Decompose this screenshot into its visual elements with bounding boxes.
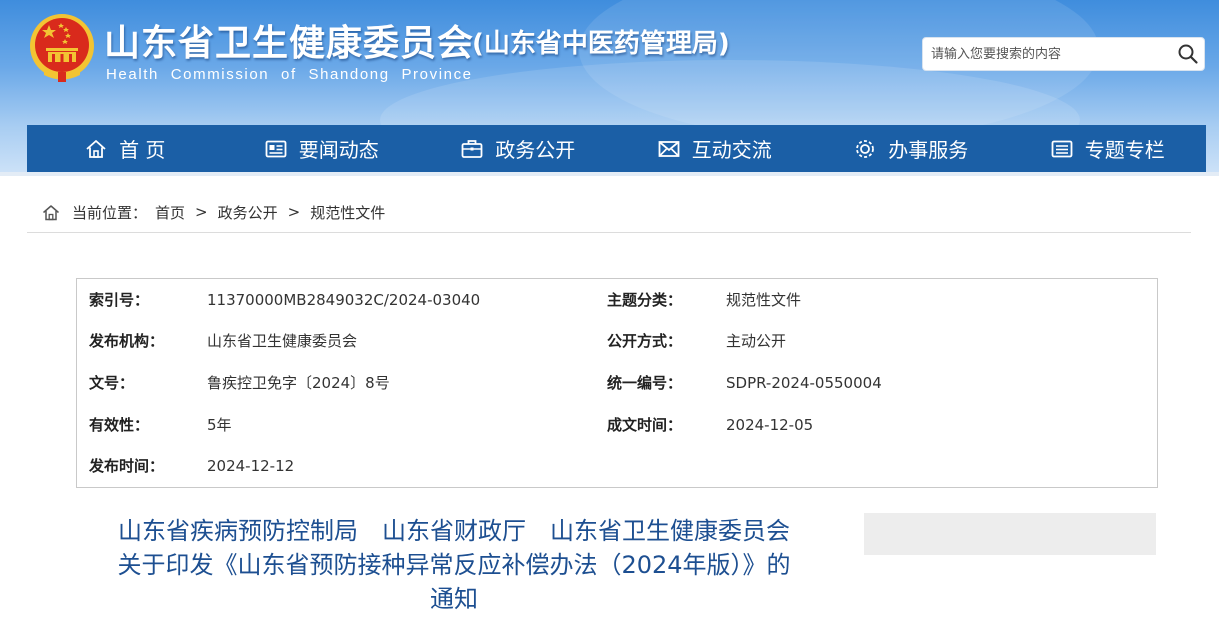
meta-doc-no-key: 文号：: [89, 374, 135, 392]
meta-topic-key: 主题分类：: [607, 291, 683, 309]
site-title: 山东省卫生健康委员会: [104, 23, 475, 64]
nav-item-label: 首 页: [119, 138, 166, 162]
document-title: 山东省疾病预防控制局 山东省财政厅 山东省卫生健康委员会 关于印发《山东省预防接…: [64, 514, 844, 616]
meta-unified-no-key: 统一编号：: [607, 374, 683, 392]
home-icon: [43, 204, 59, 220]
document-title-line: 通知: [430, 585, 478, 613]
nav-divider: [0, 172, 1219, 176]
national-emblem-icon: [30, 14, 94, 82]
meta-created-key: 成文时间：: [607, 416, 683, 434]
nav-item-news[interactable]: 要闻动态: [224, 125, 421, 172]
nav-item-label: 专题专栏: [1084, 138, 1165, 162]
breadcrumb-divider: [27, 232, 1191, 233]
breadcrumb-link-home[interactable]: 首页: [155, 202, 185, 223]
meta-topic-value: 规范性文件: [726, 291, 802, 309]
nav-item-interaction[interactable]: 互动交流: [617, 125, 814, 172]
meta-index-no-key: 索引号：: [89, 291, 150, 309]
site-title-english: Health Commission of Shandong Province: [106, 66, 473, 83]
nav-item-label: 政务公开: [495, 138, 576, 162]
list-icon: [1051, 140, 1073, 157]
meta-open-mode-key: 公开方式：: [607, 332, 683, 350]
meta-open-mode-value: 主动公开: [726, 332, 787, 350]
main-nav: 首 页 要闻动态 政务公开 互动交流 办事服务 专题专栏: [27, 125, 1206, 172]
breadcrumb-separator: >: [195, 203, 208, 221]
nav-item-home[interactable]: 首 页: [27, 125, 224, 172]
meta-published-key: 发布时间：: [89, 457, 165, 475]
breadcrumb: 当前位置： 首页 > 政务公开 > 规范性文件: [42, 200, 393, 224]
search-icon[interactable]: [1176, 42, 1200, 66]
sidebar-panel: [864, 513, 1156, 555]
meta-unified-no-value: SDPR-2024-0550004: [726, 374, 882, 392]
meta-validity-key: 有效性：: [89, 416, 150, 434]
nav-item-label: 互动交流: [691, 138, 772, 162]
nav-item-special-topics[interactable]: 专题专栏: [1010, 125, 1207, 172]
meta-published-value: 2024-12-12: [207, 457, 295, 475]
nav-item-label: 办事服务: [888, 138, 969, 162]
meta-doc-no-value: 鲁疾控卫免字〔2024〕8号: [207, 374, 390, 392]
home-icon: [86, 139, 106, 158]
meta-publisher-value: 山东省卫生健康委员会: [207, 332, 358, 350]
document-metadata-table: 索引号： 11370000MB2849032C/2024-03040 主题分类：…: [76, 278, 1158, 488]
briefcase-icon: [461, 139, 483, 158]
nav-item-government-affairs[interactable]: 政务公开: [420, 125, 617, 172]
mail-icon: [658, 140, 680, 157]
search-input[interactable]: [923, 38, 1173, 70]
search-box: [922, 37, 1205, 71]
document-title-line: 关于印发《山东省预防接种异常反应补偿办法（2024年版）》的: [117, 551, 791, 579]
meta-validity-value: 5年: [207, 416, 232, 434]
document-title-line: 山东省疾病预防控制局 山东省财政厅 山东省卫生健康委员会: [118, 517, 790, 545]
nav-item-label: 要闻动态: [298, 138, 379, 162]
service-icon: [856, 139, 875, 158]
breadcrumb-link-government-affairs[interactable]: 政务公开: [218, 202, 278, 223]
nav-item-services[interactable]: 办事服务: [813, 125, 1010, 172]
meta-created-value: 2024-12-05: [726, 416, 814, 434]
breadcrumb-link-normative-documents[interactable]: 规范性文件: [310, 202, 385, 223]
breadcrumb-separator: >: [287, 203, 301, 221]
meta-index-no-value: 11370000MB2849032C/2024-03040: [207, 291, 481, 309]
meta-publisher-key: 发布机构：: [89, 332, 165, 350]
breadcrumb-label: 当前位置：: [72, 203, 148, 222]
site-subtitle: (山东省中医药管理局): [472, 29, 730, 59]
news-icon: [265, 140, 287, 157]
